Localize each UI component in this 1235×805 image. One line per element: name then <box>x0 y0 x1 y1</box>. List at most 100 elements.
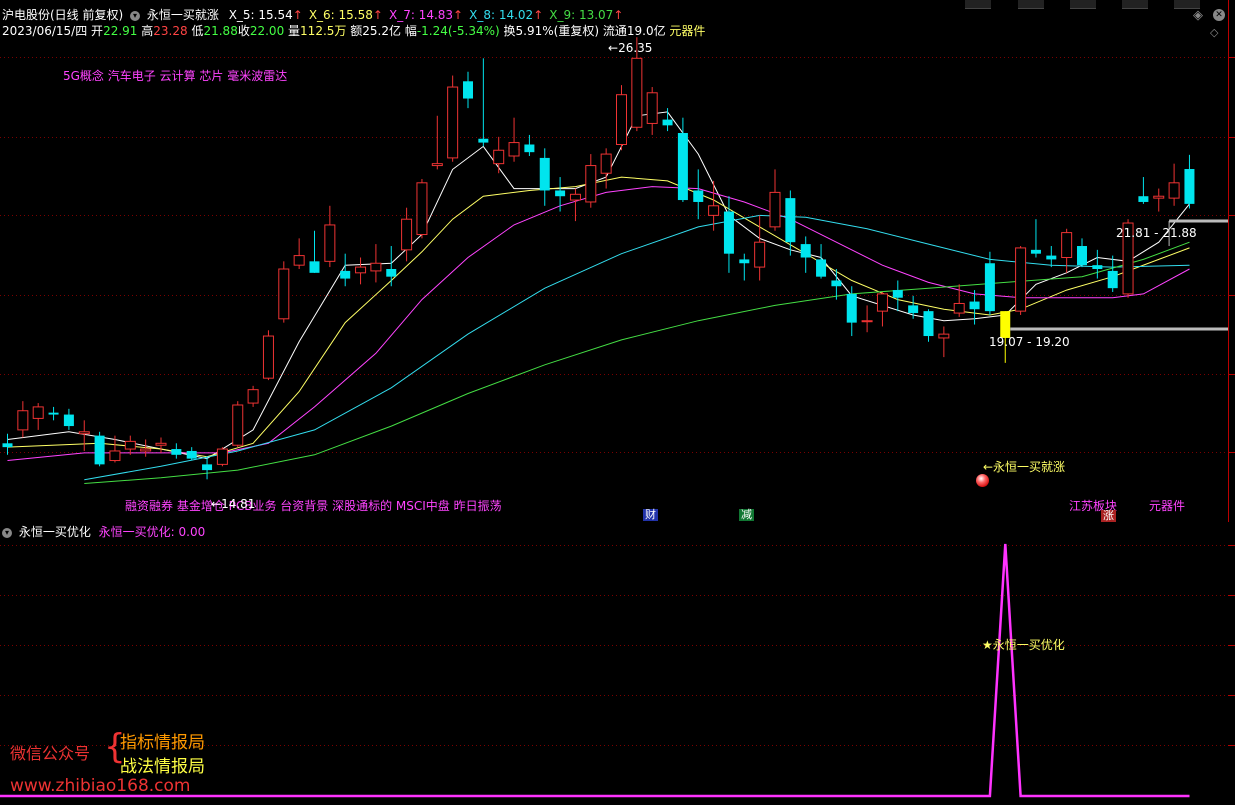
candle[interactable] <box>769 191 781 228</box>
watermark-wechat: 微信公众号 <box>10 744 91 763</box>
sector-tag-component[interactable]: 元器件 <box>1149 497 1185 514</box>
candle[interactable] <box>600 153 612 174</box>
candle[interactable] <box>616 94 627 145</box>
settings-icon[interactable]: ◈ <box>1193 8 1203 23</box>
window-button-3[interactable] <box>1070 0 1096 9</box>
candle[interactable] <box>969 301 980 310</box>
candle[interactable] <box>447 86 459 159</box>
candle[interactable] <box>693 190 704 202</box>
candle[interactable] <box>324 224 336 262</box>
candle[interactable] <box>984 263 995 312</box>
candle[interactable] <box>876 293 888 312</box>
candle[interactable] <box>524 144 535 153</box>
candle[interactable] <box>923 311 934 337</box>
candle[interactable] <box>631 57 643 128</box>
window-button-2[interactable] <box>1018 0 1044 9</box>
candle[interactable] <box>463 81 473 99</box>
candle[interactable] <box>370 262 382 272</box>
candle[interactable] <box>94 435 105 465</box>
candle[interactable] <box>708 205 720 216</box>
candle[interactable] <box>493 149 505 165</box>
candle[interactable] <box>677 133 688 201</box>
candlesticks[interactable] <box>2 37 1195 480</box>
candle[interactable] <box>340 270 351 279</box>
candle[interactable] <box>124 440 136 450</box>
candle[interactable] <box>63 414 74 427</box>
candle[interactable] <box>262 335 274 379</box>
candle[interactable] <box>1015 247 1027 312</box>
candle[interactable] <box>861 320 873 323</box>
candle[interactable] <box>585 165 597 203</box>
candle[interactable] <box>539 157 550 191</box>
candle[interactable] <box>1077 246 1087 266</box>
candle[interactable] <box>431 163 443 167</box>
peak-price-value: 26.35 <box>618 41 653 55</box>
candle[interactable] <box>17 410 29 431</box>
candle[interactable] <box>785 198 796 243</box>
candle[interactable] <box>662 119 673 126</box>
candle[interactable] <box>155 442 167 446</box>
candle[interactable] <box>293 255 305 266</box>
indicator-title[interactable]: 永恒一买就涨 <box>147 8 219 22</box>
window-button-1[interactable] <box>965 0 991 9</box>
stock-title[interactable]: 沪电股份(日线 前复权) <box>2 8 123 22</box>
badge-reduce[interactable]: 减 <box>739 509 754 521</box>
candle[interactable] <box>186 450 197 459</box>
candle[interactable] <box>478 138 489 143</box>
candle[interactable] <box>892 290 903 298</box>
candle[interactable] <box>48 412 59 415</box>
candle[interactable] <box>109 450 121 462</box>
candle[interactable] <box>247 389 259 404</box>
close-icon[interactable]: ✕ <box>1213 9 1225 21</box>
candle[interactable] <box>754 241 766 268</box>
ma-line-x_6 <box>7 176 1190 458</box>
candle[interactable] <box>1138 196 1149 202</box>
candle[interactable] <box>508 142 520 157</box>
candle[interactable] <box>32 406 44 419</box>
candle[interactable] <box>78 431 90 435</box>
badge-finance[interactable]: 财 <box>643 509 658 521</box>
candle[interactable] <box>846 293 857 323</box>
candle[interactable] <box>216 448 228 465</box>
candle[interactable] <box>1046 255 1057 260</box>
candle[interactable] <box>1030 249 1041 254</box>
sub-indicator-name[interactable]: 永恒一买优化 <box>19 525 91 539</box>
candle[interactable] <box>355 266 367 274</box>
candle[interactable] <box>831 280 842 287</box>
candle[interactable] <box>646 92 658 124</box>
candle[interactable] <box>1092 265 1103 269</box>
sector[interactable]: 元器件 <box>669 24 705 38</box>
candle[interactable] <box>953 302 965 314</box>
candle[interactable] <box>555 190 566 197</box>
diamond-icon[interactable]: ◇ <box>1210 26 1218 39</box>
signal-candle[interactable] <box>1000 311 1011 338</box>
dropdown-icon[interactable]: ▾ <box>130 10 141 21</box>
candle[interactable] <box>202 464 213 471</box>
sub-dropdown-icon[interactable]: ▾ <box>2 527 12 538</box>
candle[interactable] <box>1168 182 1180 199</box>
candle[interactable] <box>800 244 811 258</box>
watermark-url[interactable]: www.zhibiao168.com <box>10 776 190 796</box>
candle[interactable] <box>309 261 320 273</box>
candle[interactable] <box>1061 232 1073 259</box>
candle[interactable] <box>278 268 290 320</box>
window-button-4[interactable] <box>1122 0 1148 9</box>
candle[interactable] <box>1184 169 1195 204</box>
candle[interactable] <box>908 305 919 314</box>
candle[interactable] <box>401 218 413 251</box>
candle[interactable] <box>739 259 750 264</box>
candle[interactable] <box>2 443 13 448</box>
candle[interactable] <box>723 211 734 254</box>
watermark-line2: 战法情报局 <box>120 757 205 777</box>
candle[interactable] <box>938 333 950 339</box>
candle[interactable] <box>171 449 182 455</box>
candle[interactable] <box>232 404 244 446</box>
candle[interactable] <box>1153 195 1165 199</box>
candle[interactable] <box>416 182 428 236</box>
candle[interactable] <box>569 193 581 201</box>
candle[interactable] <box>386 269 397 277</box>
candle[interactable] <box>140 448 152 452</box>
candle[interactable] <box>1107 270 1118 289</box>
badge-rise[interactable]: 涨 <box>1101 510 1116 522</box>
candle[interactable] <box>816 259 827 277</box>
